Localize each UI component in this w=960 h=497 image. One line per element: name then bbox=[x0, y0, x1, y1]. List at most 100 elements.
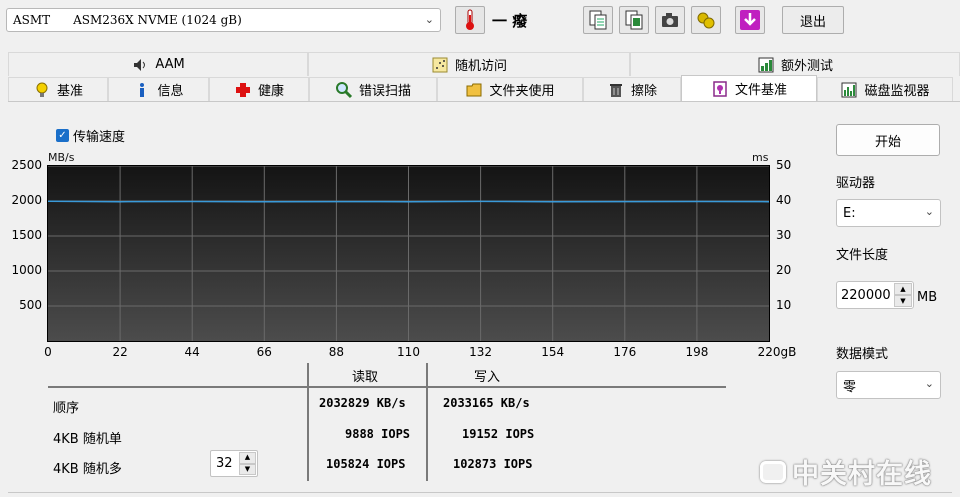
y-tick-label-right: 20 bbox=[776, 263, 792, 277]
tab-label: 擦除 bbox=[630, 84, 657, 99]
tab-row-top: AAM 随机访问 额外测试 bbox=[8, 52, 960, 76]
random-access-icon bbox=[431, 56, 449, 74]
results-column-divider bbox=[426, 363, 428, 481]
spin-up-icon[interactable]: ▲ bbox=[894, 283, 912, 295]
y-tick-label-left: 500 bbox=[19, 298, 42, 312]
queue-depth-value: 32 bbox=[216, 456, 233, 471]
data-mode-select[interactable]: 零 ⌄ bbox=[836, 371, 941, 399]
x-tick-label: 44 bbox=[184, 345, 200, 359]
x-tick-label: 88 bbox=[328, 345, 345, 359]
speaker-icon bbox=[131, 56, 149, 74]
x-tick-label: 110 bbox=[397, 345, 420, 359]
left-axis-unit: MB/s bbox=[48, 151, 75, 164]
chevron-down-icon: ⌄ bbox=[424, 13, 434, 26]
copy-text-icon[interactable] bbox=[583, 6, 613, 34]
row-label-4kb-multi: 4KB 随机多 bbox=[53, 462, 122, 477]
download-icon[interactable] bbox=[735, 6, 765, 34]
tab-benchmark[interactable]: 基准 bbox=[8, 77, 108, 101]
exit-button[interactable]: 退出 bbox=[782, 6, 844, 34]
tab-health[interactable]: 健康 bbox=[209, 77, 309, 101]
bulb-icon bbox=[33, 81, 51, 99]
tab-label: 信息 bbox=[157, 84, 184, 99]
row-label-4kb-single: 4KB 随机单 bbox=[53, 432, 122, 447]
results-header-divider bbox=[48, 386, 726, 388]
disk-monitor-icon bbox=[840, 81, 858, 99]
temperature-readout: 一 癈 bbox=[492, 12, 528, 30]
chevron-down-icon: ⌄ bbox=[924, 377, 934, 390]
file-benchmark-icon bbox=[711, 80, 729, 98]
thermometer-icon[interactable] bbox=[455, 6, 485, 34]
spin-down-icon[interactable]: ▼ bbox=[894, 295, 912, 307]
transfer-speed-checkbox[interactable]: ✓ 传输速度 bbox=[56, 126, 125, 145]
x-tick-label: 132 bbox=[469, 345, 493, 359]
extra-tests-icon bbox=[757, 56, 775, 74]
transfer-speed-chart bbox=[47, 165, 770, 342]
y-tick-label-right: 40 bbox=[776, 193, 792, 207]
tab-error-scan[interactable]: 错误扫描 bbox=[309, 77, 437, 101]
y-tick-label-left: 1500 bbox=[11, 228, 42, 242]
chart-svg bbox=[47, 165, 770, 341]
results-column-divider bbox=[307, 363, 309, 481]
y-tick-label-left: 2500 bbox=[11, 158, 42, 172]
x-tick-label: 176 bbox=[613, 345, 637, 359]
data-mode-value: 零 bbox=[843, 379, 857, 395]
tab-label: AAM bbox=[155, 57, 185, 72]
copy-report-icon[interactable] bbox=[619, 6, 649, 34]
folder-icon bbox=[465, 81, 483, 99]
drive-letter-select[interactable]: E: ⌄ bbox=[836, 199, 941, 227]
4kb-multi-read-value: 105824 IOPS bbox=[326, 457, 406, 471]
tab-aam[interactable]: AAM bbox=[8, 52, 308, 76]
watermark-text: 中关村在线 bbox=[792, 459, 932, 490]
magnifier-icon bbox=[335, 81, 353, 99]
spin-down-icon[interactable]: ▼ bbox=[239, 463, 256, 475]
drive-select[interactable]: ASMT ASM236X NVME (1024 gB) ⌄ bbox=[6, 8, 441, 32]
right-axis-unit: ms bbox=[752, 151, 769, 164]
x-tick-label: 154 bbox=[541, 345, 565, 359]
write-header: 写入 bbox=[474, 370, 501, 385]
file-length-unit: MB bbox=[917, 290, 938, 305]
start-button[interactable]: 开始 bbox=[836, 124, 940, 156]
tab-info[interactable]: 信息 bbox=[108, 77, 209, 101]
watermark-logo-icon bbox=[760, 460, 786, 483]
tab-label: 文件夹使用 bbox=[489, 84, 555, 99]
4kb-single-write-value: 19152 IOPS bbox=[462, 427, 535, 441]
tab-folder-usage[interactable]: 文件夹使用 bbox=[437, 77, 583, 101]
tab-label: 磁盘监视器 bbox=[864, 84, 930, 99]
tab-extra-tests[interactable]: 额外测试 bbox=[630, 52, 960, 76]
4kb-multi-write-value: 102873 IOPS bbox=[453, 457, 533, 471]
drive-select-value: ASMT ASM236X NVME (1024 gB) bbox=[13, 13, 242, 27]
x-tick-label: 0 bbox=[44, 345, 52, 359]
y-tick-label-left: 2000 bbox=[11, 193, 42, 207]
x-tick-label: 66 bbox=[256, 345, 272, 359]
file-length-label: 文件长度 bbox=[836, 248, 889, 263]
x-tick-label: 198 bbox=[685, 345, 709, 359]
chevron-down-icon: ⌄ bbox=[924, 205, 934, 218]
file-length-stepper[interactable]: 220000 ▲ ▼ bbox=[836, 281, 914, 309]
camera-icon[interactable] bbox=[655, 6, 685, 34]
tab-random-access[interactable]: 随机访问 bbox=[308, 52, 630, 76]
file-length-value: 220000 bbox=[841, 287, 891, 303]
x-tick-label: 220gB bbox=[757, 345, 797, 359]
checkmark-icon: ✓ bbox=[56, 129, 69, 142]
4kb-single-read-value: 9888 IOPS bbox=[345, 427, 411, 441]
tab-file-benchmark[interactable]: 文件基准 bbox=[681, 75, 817, 101]
sequential-write-value: 2033165 KB/s bbox=[443, 396, 530, 410]
tab-disk-monitor[interactable]: 磁盘监视器 bbox=[817, 77, 953, 101]
spin-up-icon[interactable]: ▲ bbox=[239, 452, 256, 464]
transfer-speed-label: 传输速度 bbox=[73, 130, 126, 145]
tab-erase[interactable]: 擦除 bbox=[583, 77, 681, 101]
info-icon bbox=[133, 81, 151, 99]
trash-icon bbox=[607, 81, 625, 99]
tab-label: 错误扫描 bbox=[358, 84, 411, 99]
watermark: 中关村在线 bbox=[760, 452, 932, 491]
y-tick-label-left: 1000 bbox=[11, 263, 42, 277]
row-label-sequential: 顺序 bbox=[53, 401, 80, 416]
tools-icon[interactable] bbox=[691, 6, 721, 34]
tab-row-bottom: 基准 信息 健康 错误扫描 文件夹使用 擦除 文件基准 磁盘监视器 bbox=[8, 75, 960, 101]
sequential-read-value: 2032829 KB/s bbox=[319, 396, 406, 410]
queue-depth-stepper[interactable]: 32 ▲ ▼ bbox=[210, 450, 258, 477]
drive-label: 驱动器 bbox=[836, 176, 876, 191]
y-tick-label-right: 30 bbox=[776, 228, 792, 242]
tab-label: 文件基准 bbox=[734, 83, 787, 98]
transfer-speed-series-line bbox=[47, 200, 770, 203]
